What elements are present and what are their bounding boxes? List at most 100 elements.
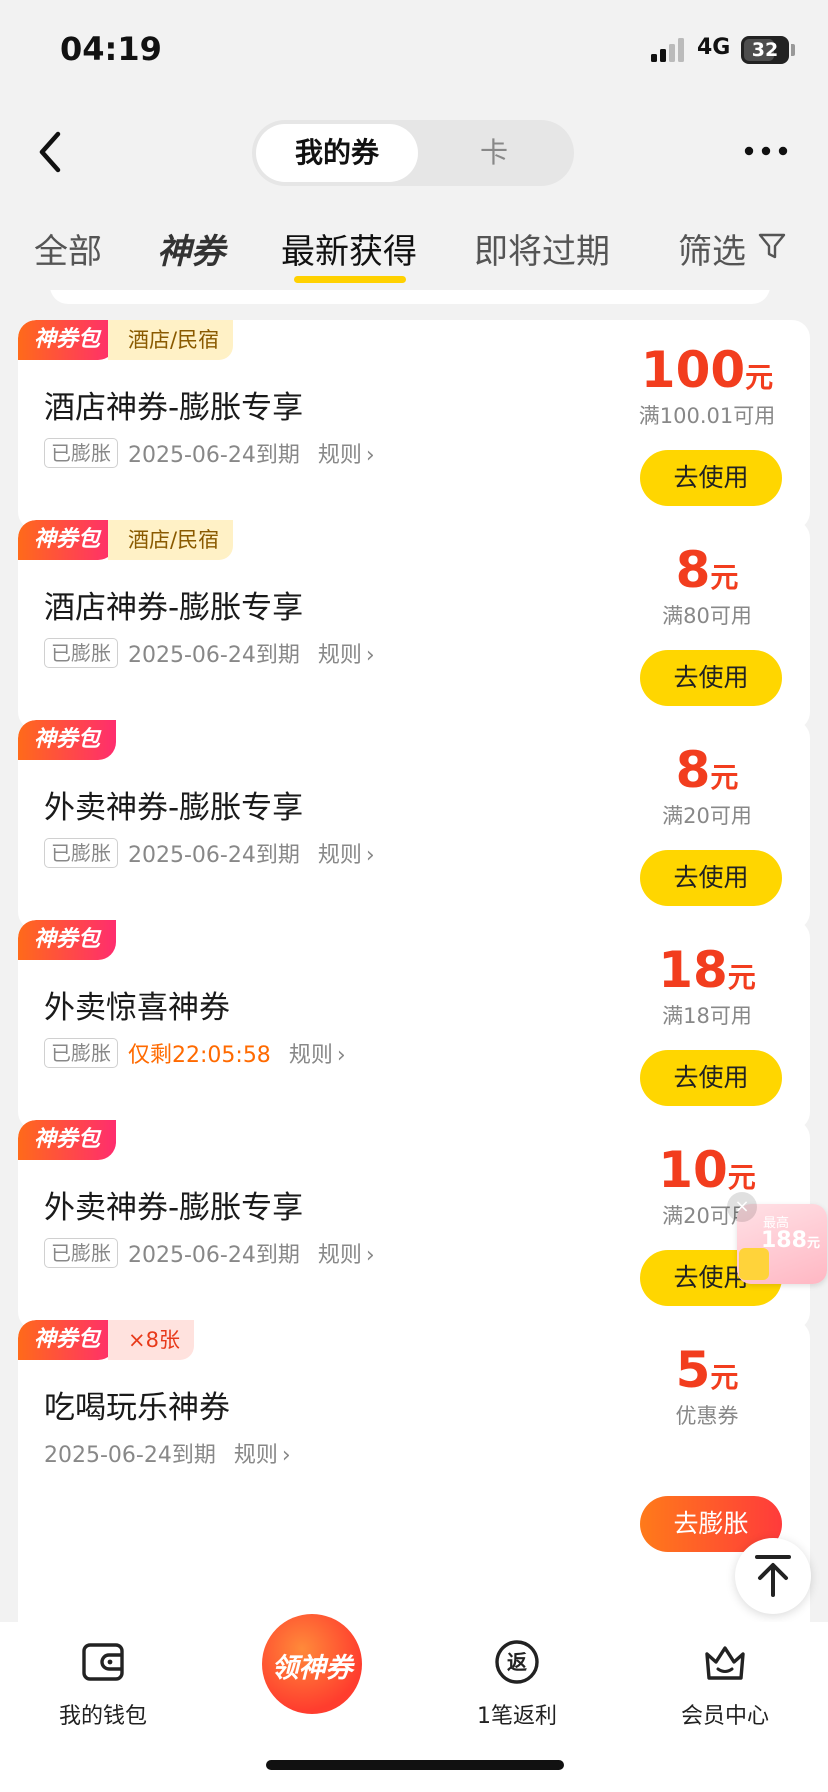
- nav-wallet[interactable]: 我的钱包: [28, 1638, 178, 1730]
- coupon-amount: 10: [658, 1141, 728, 1199]
- currency-unit: 元: [727, 1161, 756, 1194]
- coupon-amount: 100: [640, 341, 746, 399]
- nav-member-label: 会员中心: [680, 1704, 769, 1729]
- arrow-up-icon: [755, 1555, 791, 1597]
- inflated-badge: 已膨胀: [44, 1038, 118, 1068]
- header: 我的券 卡: [0, 100, 828, 200]
- expire-date: 2025-06-24到期: [128, 843, 300, 868]
- gift-icon: [739, 1248, 769, 1280]
- rule-link[interactable]: 规则 ›: [318, 637, 375, 669]
- usage-condition: 满18可用: [662, 1004, 752, 1028]
- rule-link[interactable]: 规则 ›: [318, 1237, 375, 1269]
- use-button[interactable]: 去使用: [640, 450, 782, 506]
- chevron-right-icon: ›: [336, 1043, 346, 1068]
- currency-unit: 元: [710, 561, 739, 594]
- currency-unit: 元: [710, 761, 739, 794]
- chevron-right-icon: ›: [365, 443, 375, 468]
- pack-tag: 神券包: [18, 520, 117, 560]
- status-bar: 04:19 4G 32: [0, 0, 828, 100]
- nav-member[interactable]: 会员中心: [650, 1638, 800, 1730]
- battery-icon: 32: [741, 36, 789, 64]
- inflated-badge: 已膨胀: [44, 838, 118, 868]
- close-icon[interactable]: ×: [727, 1192, 757, 1222]
- floating-promo[interactable]: 最高 188元 ×: [727, 1192, 827, 1284]
- crown-basket-icon: [705, 1646, 745, 1680]
- count-tag: ×8张: [108, 1320, 194, 1360]
- rule-link[interactable]: 规则 ›: [318, 837, 375, 869]
- rule-link[interactable]: 规则 ›: [289, 1037, 346, 1069]
- nav-rebate[interactable]: 返 1笔返利: [442, 1638, 592, 1730]
- tab-newest[interactable]: 最新获得: [281, 224, 417, 273]
- expire-date: 2025-06-24到期: [44, 1443, 216, 1468]
- usage-condition: 满100.01可用: [638, 404, 776, 428]
- segment-my-coupons[interactable]: 我的券: [256, 124, 418, 182]
- coupon-card: 神券包 外卖惊喜神券 已膨胀 仅剩22:05:58 规则 › 18元 满18可用 …: [18, 920, 810, 1130]
- back-to-top-button[interactable]: [735, 1538, 811, 1614]
- pack-tag: 神券包: [18, 720, 117, 760]
- wallet-icon: [82, 1643, 124, 1681]
- rule-link[interactable]: 规则 ›: [234, 1437, 291, 1469]
- rule-link[interactable]: 规则 ›: [318, 437, 375, 469]
- inflated-badge: 已膨胀: [44, 638, 118, 668]
- chevron-right-icon: ›: [365, 643, 375, 668]
- coupon-card: 神券包 酒店/民宿 酒店神券-膨胀专享 已膨胀 2025-06-24到期 规则 ›…: [18, 520, 810, 730]
- tab-shenquan[interactable]: 神券: [157, 224, 225, 273]
- coupon-list: 神券包 酒店/民宿 酒店神券-膨胀专享 已膨胀 2025-06-24到期 规则 ›…: [0, 290, 828, 1622]
- more-icon[interactable]: [744, 146, 788, 156]
- get-coupon-label: 领神券: [271, 1653, 353, 1684]
- expire-date: 2025-06-24到期: [128, 443, 300, 468]
- nav-rebate-label: 1笔返利: [477, 1704, 557, 1729]
- get-coupon-button[interactable]: 领神券: [262, 1614, 362, 1714]
- use-button[interactable]: 去使用: [640, 650, 782, 706]
- battery-level: 32: [751, 39, 779, 61]
- signal-icon: [651, 38, 684, 62]
- coupon-tabs: 全部 神券 最新获得 即将过期 筛选: [0, 210, 828, 290]
- countdown-timer: 仅剩22:05:58: [128, 1043, 271, 1068]
- usage-condition: 满80可用: [662, 604, 752, 628]
- chevron-right-icon: ›: [281, 1443, 291, 1468]
- active-tab-indicator: [294, 276, 406, 283]
- svg-text:返: 返: [507, 1650, 527, 1674]
- coupon-card: 神券包 外卖神券-膨胀专享 已膨胀 2025-06-24到期 规则 › 10元 满…: [18, 1120, 810, 1330]
- back-icon[interactable]: [32, 128, 72, 176]
- coupon-title: 吃喝玩乐神券: [44, 1390, 230, 1426]
- pack-tag: 神券包: [18, 920, 117, 960]
- coupon-card: 神券包 ×8张 吃喝玩乐神券 2025-06-24到期 规则 › 5元 优惠券 去…: [18, 1320, 810, 1622]
- segment-card[interactable]: 卡: [418, 124, 570, 182]
- pack-tag: 神券包: [18, 1120, 117, 1160]
- chevron-right-icon: ›: [365, 1243, 375, 1268]
- filter-icon[interactable]: [757, 231, 787, 261]
- tab-filter[interactable]: 筛选: [678, 224, 746, 273]
- usage-condition: 满20可用: [662, 804, 752, 828]
- coupon-title: 外卖惊喜神券: [44, 990, 230, 1026]
- tab-expiring[interactable]: 即将过期: [474, 224, 610, 273]
- pack-tag: 神券包: [18, 1320, 117, 1360]
- rebate-icon: 返: [495, 1640, 539, 1684]
- category-tag: 酒店/民宿: [108, 320, 234, 360]
- coupon-card: 神券包 酒店/民宿 酒店神券-膨胀专享 已膨胀 2025-06-24到期 规则 ›…: [18, 320, 810, 530]
- category-tag: 酒店/民宿: [108, 520, 234, 560]
- use-button[interactable]: 去使用: [640, 850, 782, 906]
- tab-all[interactable]: 全部: [34, 224, 102, 273]
- home-indicator: [266, 1760, 564, 1770]
- currency-unit: 元: [727, 961, 756, 994]
- coupon-card: 神券包 外卖神券-膨胀专享 已膨胀 2025-06-24到期 规则 › 8元 满2…: [18, 720, 810, 930]
- pack-tag: 神券包: [18, 320, 117, 360]
- coupon-title: 酒店神券-膨胀专享: [44, 390, 304, 426]
- coupon-amount: 8: [675, 541, 711, 599]
- status-time: 04:19: [60, 30, 162, 68]
- nav-wallet-label: 我的钱包: [58, 1704, 147, 1729]
- use-button[interactable]: 去使用: [640, 1050, 782, 1106]
- coupon-title: 酒店神券-膨胀专享: [44, 590, 304, 626]
- network-label: 4G: [697, 35, 731, 60]
- expire-date: 2025-06-24到期: [128, 1243, 300, 1268]
- coupon-title: 外卖神券-膨胀专享: [44, 1190, 304, 1226]
- coupon-amount: 8: [675, 741, 711, 799]
- inflated-badge: 已膨胀: [44, 438, 118, 468]
- promo-amount: 188元: [761, 1228, 820, 1253]
- segment-control: 我的券 卡: [252, 120, 574, 186]
- expire-date: 2025-06-24到期: [128, 643, 300, 668]
- chevron-right-icon: ›: [365, 843, 375, 868]
- inflated-badge: 已膨胀: [44, 1238, 118, 1268]
- currency-unit: 元: [745, 361, 774, 394]
